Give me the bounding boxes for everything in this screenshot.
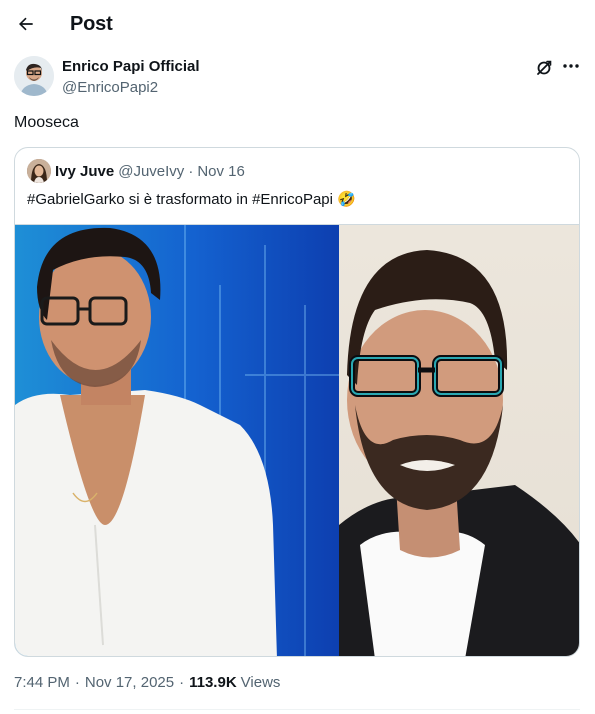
quoted-post-header: Ivy Juve @JuveIvy · Nov 16 [27, 159, 245, 183]
quoted-author-name: Ivy Juve [55, 162, 115, 180]
author-name[interactable]: Enrico Papi Official [62, 58, 200, 75]
page-title: Post [70, 13, 113, 35]
more-button[interactable] [560, 56, 582, 78]
arrow-left-icon [19, 17, 33, 31]
quoted-photo-collage [15, 225, 579, 656]
avatar-image [14, 56, 54, 96]
quoted-avatar [27, 159, 51, 183]
quoted-avatar-image [27, 159, 51, 183]
views-label: Views [240, 674, 281, 691]
separator-dot: · [188, 162, 194, 180]
avatar[interactable] [14, 56, 54, 96]
views-count[interactable]: 113.9K [189, 674, 237, 691]
top-bar: Post [0, 0, 595, 50]
divider [14, 709, 580, 710]
separator-dot: · [74, 674, 80, 691]
grok-icon [537, 60, 552, 75]
quoted-text: #GabrielGarko si è trasformato in #Enric… [27, 191, 356, 208]
quoted-author-handle: @JuveIvy [118, 162, 185, 180]
quoted-post[interactable]: Ivy Juve @JuveIvy · Nov 16 #GabrielGarko… [14, 147, 580, 657]
back-button[interactable] [12, 10, 40, 38]
post-text: Mooseca [14, 114, 79, 131]
post-author: Enrico Papi Official @EnricoPapi2 [14, 54, 584, 100]
quoted-media-image[interactable] [15, 224, 579, 656]
grok-button[interactable] [534, 58, 554, 78]
quoted-date: Nov 16 [197, 162, 245, 180]
more-horizontal-icon [563, 64, 579, 68]
author-handle[interactable]: @EnricoPapi2 [62, 79, 158, 96]
post-date[interactable]: Nov 17, 2025 [85, 674, 174, 691]
post-time[interactable]: 7:44 PM [14, 674, 70, 691]
separator-dot: · [179, 674, 185, 691]
post-meta: 7:44 PM · Nov 17, 2025 · 113.9K Views [14, 674, 280, 691]
